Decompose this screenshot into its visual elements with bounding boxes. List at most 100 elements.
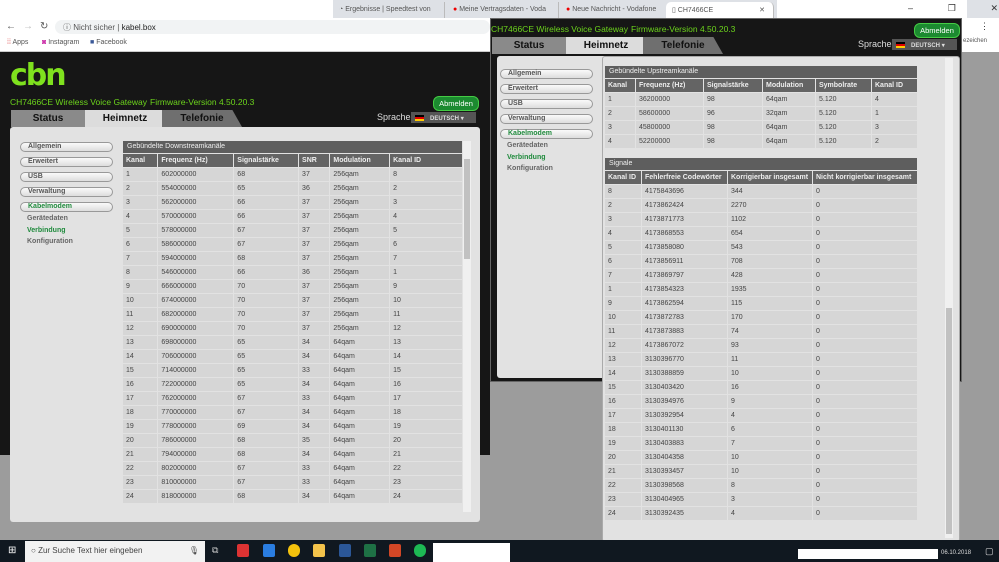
windows-start-icon[interactable]: ⊞	[8, 545, 16, 556]
table-cell: 16	[605, 395, 641, 408]
subnav-item[interactable]: Konfiguration	[507, 165, 553, 172]
table-cell: 64qam	[330, 350, 390, 363]
language-select[interactable]: DEUTSCH ▾	[411, 112, 476, 123]
german-flag-icon	[896, 42, 905, 49]
sidebar-item-erweitert[interactable]: Erweitert	[20, 157, 113, 167]
logout-button[interactable]: Abmelden	[433, 96, 479, 111]
word-icon[interactable]	[339, 544, 351, 557]
task-view-icon[interactable]: ⧉	[212, 545, 218, 556]
sidebar-item-kabelmodem[interactable]: Kabelmodem	[20, 202, 113, 212]
taskbar-search-input[interactable]: ○ Zur Suche Text hier eingeben 🎙	[25, 541, 205, 562]
powerpoint-icon[interactable]	[389, 544, 401, 557]
maximize-icon[interactable]: ❐	[948, 3, 956, 14]
tab-status[interactable]: Status	[11, 110, 85, 127]
scrollbar-thumb[interactable]	[946, 308, 952, 534]
table-row: 8 546000000 66 36 256qam 1	[123, 266, 462, 279]
table-cell: 1	[605, 93, 635, 106]
browser-tab[interactable]: ● Meine Vertragsdaten - Voda	[447, 2, 559, 18]
sidebar-item-usb[interactable]: USB	[500, 99, 593, 109]
table-cell: 37	[299, 322, 330, 335]
table-cell: 37	[299, 168, 330, 181]
table-cell: 13	[390, 336, 462, 349]
scrollbar[interactable]	[945, 58, 953, 538]
table-row: 1 4173854323 1935 0	[605, 283, 917, 296]
scrollbar[interactable]	[463, 141, 471, 512]
table-cell: 10	[728, 451, 812, 464]
table-cell: 698000000	[158, 336, 234, 349]
sidebar-item-verwaltung[interactable]: Verwaltung	[20, 187, 113, 197]
menu-icon[interactable]: ⋮	[980, 21, 989, 32]
tab-status[interactable]: Status	[492, 37, 566, 54]
table-row: 15 714000000 65 33 64qam 15	[123, 364, 462, 377]
bookmark-instagram[interactable]: ◙ Instagram	[42, 39, 79, 46]
forward-icon[interactable]: →	[23, 21, 33, 32]
table-cell: 0	[813, 451, 917, 464]
table-row: 10 674000000 70 37 256qam 10	[123, 294, 462, 307]
tab-telefonie[interactable]: Telefonie	[643, 37, 723, 54]
tab-heimnetz[interactable]: Heimnetz	[85, 110, 165, 127]
scrollbar-thumb[interactable]	[464, 159, 470, 259]
table-row: 20 3130404358 10 0	[605, 451, 917, 464]
table-cell: 1	[605, 283, 641, 296]
table-row: 12 690000000 70 37 256qam 12	[123, 322, 462, 335]
table-cell: 770000000	[158, 406, 234, 419]
close-tab-icon[interactable]: ✕	[759, 6, 765, 14]
browser-tab[interactable]: ● Neue Nachricht - Vodafone	[560, 2, 672, 18]
subnav-item[interactable]: Konfiguration	[27, 238, 73, 245]
close-window-icon[interactable]: ✕	[990, 3, 998, 14]
url-input[interactable]: ⓘ Nicht sicher | kabel.box	[55, 20, 490, 34]
table-cell: 794000000	[158, 448, 234, 461]
header-row: Kanal Frequenz (Hz) Signalstärke Modulation…	[605, 79, 917, 92]
browser-tab[interactable]: ◔ Ergebnisse | Speedtest von	[333, 2, 445, 18]
table-cell: 0	[813, 395, 917, 408]
table-cell: 68	[234, 168, 299, 181]
subnav-item[interactable]: Gerätedaten	[507, 142, 548, 149]
table-cell: 52200000	[636, 135, 703, 148]
table-cell: 9	[605, 297, 641, 310]
table-cell: 36	[299, 266, 330, 279]
tab-heimnetz[interactable]: Heimnetz	[566, 37, 646, 54]
app-icon[interactable]	[237, 544, 249, 557]
subnav-item[interactable]: Gerätedaten	[27, 215, 68, 222]
table-cell: 13	[123, 336, 158, 349]
table-cell: 64qam	[763, 135, 815, 148]
table-cell: 45800000	[636, 121, 703, 134]
file-explorer-icon[interactable]	[313, 544, 325, 557]
sidebar-item-allgemein[interactable]: Allgemein	[20, 142, 113, 152]
tab-telefonie[interactable]: Telefonie	[162, 110, 242, 127]
excel-icon[interactable]	[364, 544, 376, 557]
german-flag-icon	[415, 115, 424, 122]
language-select[interactable]: DEUTSCH ▾	[892, 39, 957, 50]
browser-tab-active[interactable]: ▯ CH7466CE ✕	[666, 2, 774, 18]
table-cell: 66	[234, 210, 299, 223]
table-cell: 0	[813, 283, 917, 296]
table-cell: 98	[704, 121, 762, 134]
notification-icon[interactable]: ▢	[985, 546, 994, 557]
table-row: 13 3130396770 11 0	[605, 353, 917, 366]
table-cell: 2	[605, 199, 641, 212]
spotify-icon[interactable]	[414, 544, 426, 557]
chrome-icon[interactable]	[288, 544, 300, 557]
bookmark-apps[interactable]: ⁞⁞ Apps	[7, 39, 28, 46]
table-cell: 3	[390, 196, 462, 209]
sidebar-item-erweitert[interactable]: Erweitert	[500, 84, 593, 94]
minimize-icon[interactable]: –	[908, 3, 913, 14]
bookmark-facebook[interactable]: ■ Facebook	[90, 39, 127, 46]
subnav-item[interactable]: Verbindung	[27, 227, 66, 234]
table-cell: 4	[123, 210, 158, 223]
outlook-icon[interactable]	[263, 544, 275, 557]
table-cell: 10	[728, 367, 812, 380]
sidebar-item-kabelmodem[interactable]: Kabelmodem	[500, 129, 593, 139]
subnav-item[interactable]: Verbindung	[507, 154, 546, 161]
column-header: Signalstärke	[234, 154, 299, 167]
sidebar-item-verwaltung[interactable]: Verwaltung	[500, 114, 593, 124]
sidebar-item-allgemein[interactable]: Allgemein	[500, 69, 593, 79]
logout-button[interactable]: Abmelden	[914, 23, 960, 38]
column-header: Frequenz (Hz)	[636, 79, 703, 92]
chevron-down-icon: ▾	[460, 116, 464, 122]
table-cell: 70	[234, 322, 299, 335]
reload-icon[interactable]: ↻	[40, 21, 48, 32]
back-icon[interactable]: ←	[6, 21, 16, 32]
table-cell: 690000000	[158, 322, 234, 335]
sidebar-item-usb[interactable]: USB	[20, 172, 113, 182]
